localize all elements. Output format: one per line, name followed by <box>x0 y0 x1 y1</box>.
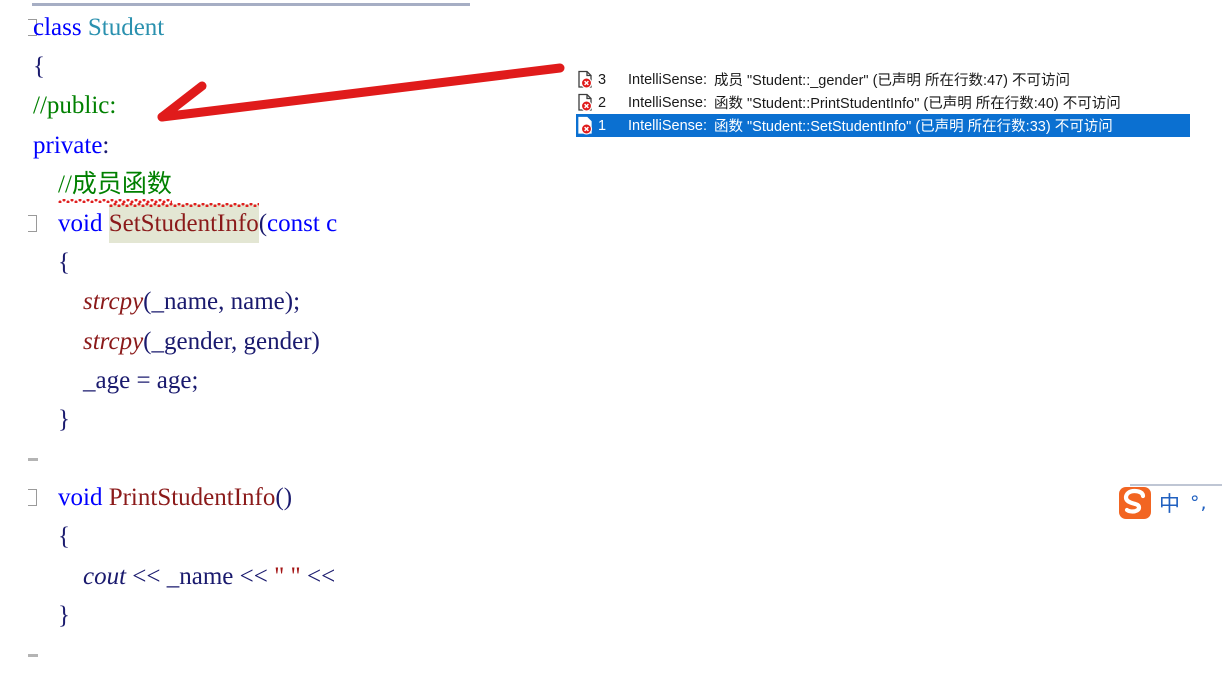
editor-top-divider <box>32 3 470 6</box>
code-line[interactable]: cout << _name << " " << <box>0 557 472 596</box>
code-token: class <box>33 14 88 41</box>
code-line[interactable] <box>0 635 472 674</box>
ime-punctuation-indicator[interactable]: °, <box>1190 492 1208 514</box>
error-list-row[interactable]: 1 IntelliSense: 函数 "Student::SetStudentInf… <box>576 114 1190 137</box>
code-token: strcpy <box>83 327 144 355</box>
code-line-text: { <box>33 47 45 86</box>
code-line-text: cout << _name << " " << <box>33 557 335 596</box>
code-line[interactable]: //public: <box>0 86 472 125</box>
code-line[interactable]: private: <box>0 126 472 165</box>
code-token: c <box>326 209 338 237</box>
code-token: void <box>58 209 109 237</box>
code-token: private <box>33 131 103 159</box>
code-token: (_name, name); <box>143 288 301 316</box>
code-token: { <box>33 523 70 551</box>
code-line[interactable]: void SetStudentInfo(const c <box>0 202 472 244</box>
code-line-text: strcpy(_name, name); <box>33 282 300 321</box>
sogou-ime-toolbar[interactable]: 中 °, <box>1118 484 1222 522</box>
code-token: << _name << <box>126 562 275 590</box>
code-token: PrintStudentInfo <box>108 484 276 512</box>
error-row-number: 3 <box>598 71 607 88</box>
code-token: cout <box>83 562 127 590</box>
code-token: () <box>275 484 293 512</box>
code-line[interactable]: } <box>0 596 472 635</box>
code-line[interactable]: //成员函数 <box>0 165 472 204</box>
code-token: ( <box>258 209 268 237</box>
error-document-icon <box>576 116 596 135</box>
code-token: (_gender, gender) <box>143 327 320 355</box>
code-line[interactable] <box>0 674 472 698</box>
code-token: Student <box>87 14 165 41</box>
code-line[interactable]: } <box>0 400 472 439</box>
code-line[interactable]: strcpy(_gender, gender) <box>0 322 472 361</box>
error-document-icon <box>576 70 596 89</box>
code-line-text: { <box>33 243 70 282</box>
code-token: : <box>102 131 110 159</box>
error-row-source: IntelliSense: <box>628 71 707 88</box>
code-line[interactable]: { <box>0 47 472 86</box>
fold-end-marker-icon <box>28 654 38 657</box>
error-row-message: 成员 "Student::_gender" (已声明 所在行数:47) 不可访问 <box>714 73 1070 89</box>
error-document-icon <box>576 93 596 112</box>
code-line[interactable] <box>0 439 472 478</box>
code-token: { <box>33 249 70 277</box>
code-line[interactable]: { <box>0 517 472 556</box>
code-token: void <box>58 484 109 512</box>
code-line-text: { <box>33 517 70 556</box>
code-token: const <box>267 209 327 237</box>
code-line-text: private: <box>33 126 109 165</box>
code-token: strcpy <box>83 288 144 316</box>
error-row-message: 函数 "Student::SetStudentInfo" (已声明 所在行数:3… <box>714 119 1113 135</box>
code-line[interactable]: class Student <box>0 8 472 47</box>
code-line-text: //public: <box>33 86 116 125</box>
code-line-text: strcpy(_gender, gender) <box>33 322 320 361</box>
code-line-text: _age = age; <box>33 361 198 400</box>
code-token: _age = age; <box>33 366 199 394</box>
code-token-squiggled: //成员函数 <box>58 165 172 204</box>
code-token: } <box>33 601 70 629</box>
code-line-text: } <box>33 400 70 439</box>
code-line-text: //成员函数 <box>33 165 172 204</box>
code-line-text: void PrintStudentInfo() <box>33 478 292 517</box>
ime-mode-indicator[interactable]: 中 <box>1159 488 1180 518</box>
code-editor-pane[interactable]: class Student { //public: private: //成员函数 v… <box>0 8 472 698</box>
error-list[interactable]: 3 IntelliSense: 成员 "Student::_gender" (已声明… <box>576 68 1192 137</box>
code-token: } <box>33 405 70 433</box>
code-line-text: class Student <box>33 8 164 47</box>
code-line[interactable]: void PrintStudentInfo() <box>0 478 472 517</box>
code-token: << <box>300 562 336 590</box>
code-line-text: void SetStudentInfo(const c <box>33 202 338 244</box>
error-row-number: 2 <box>598 94 607 111</box>
code-line-text: } <box>33 596 70 635</box>
sogou-logo-icon[interactable] <box>1118 486 1152 520</box>
code-token: SetStudentInfo <box>108 202 259 244</box>
fold-end-marker-icon <box>28 458 38 462</box>
code-line[interactable]: _age = age; <box>0 361 472 400</box>
error-list-row[interactable]: 3 IntelliSense: 成员 "Student::_gender" (已声明… <box>576 68 1192 91</box>
error-row-number: 1 <box>598 117 607 134</box>
code-token: { <box>33 53 45 81</box>
error-row-source: IntelliSense: <box>628 117 707 134</box>
code-line[interactable]: { <box>0 243 472 282</box>
error-list-row[interactable]: 2 IntelliSense: 函数 "Student::PrintStudentI… <box>576 91 1192 114</box>
error-row-message: 函数 "Student::PrintStudentInfo" (已声明 所在行数… <box>714 96 1121 112</box>
error-row-source: IntelliSense: <box>628 94 707 111</box>
code-line[interactable]: strcpy(_name, name); <box>0 282 472 321</box>
code-token: " " <box>274 562 301 590</box>
code-token: //public: <box>33 92 117 120</box>
